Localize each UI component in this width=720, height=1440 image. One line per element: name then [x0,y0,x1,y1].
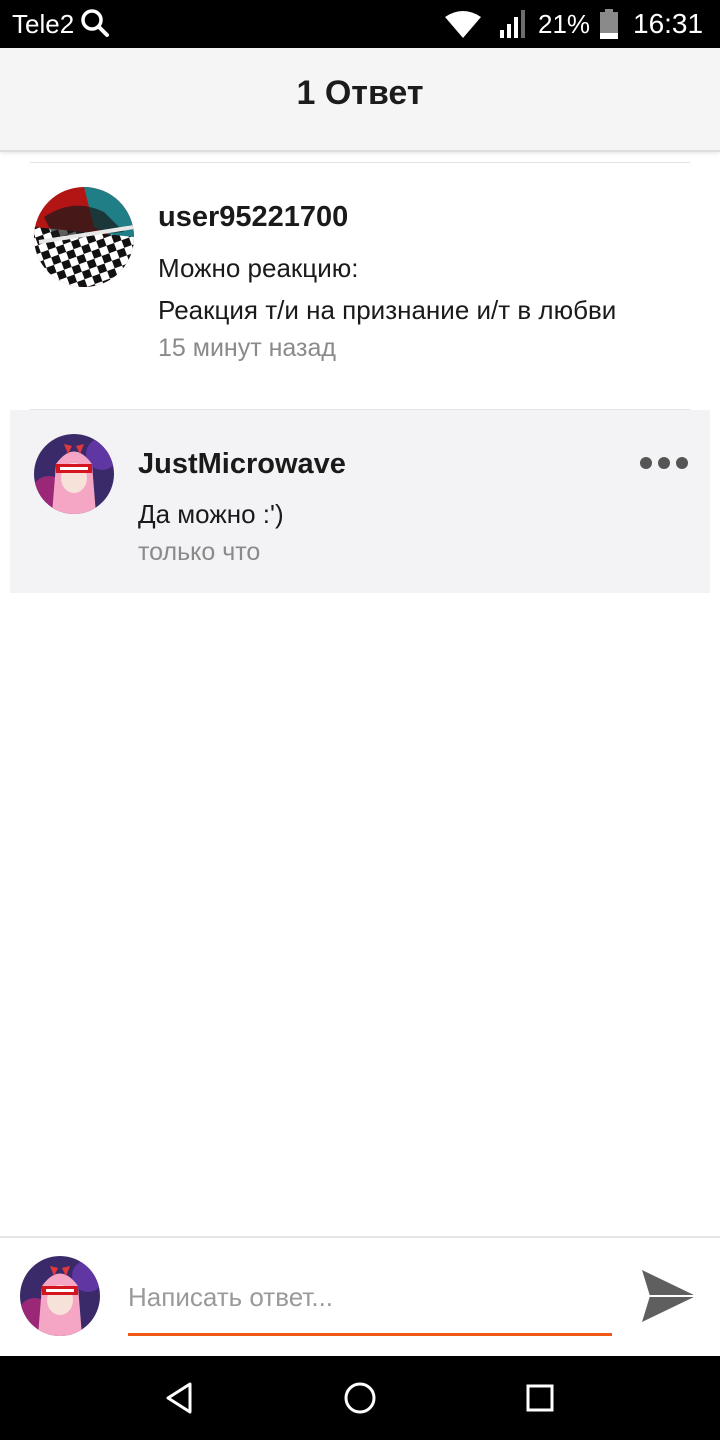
app-header: 1 Ответ [0,48,720,152]
send-icon[interactable] [640,1268,698,1324]
avatar [20,1256,100,1336]
system-nav-bar [0,1356,720,1440]
clock: 16:31 [633,8,704,39]
signal-icon [500,10,525,38]
post-timestamp: 15 минут назад [158,334,336,362]
reply-text: Да можно :') [138,499,284,529]
back-icon[interactable] [160,1378,200,1418]
reply-input[interactable] [128,1272,612,1322]
avatar[interactable] [34,434,114,514]
dot-icon [658,457,670,469]
post-text-line: Можно реакцию: [158,253,359,283]
home-icon[interactable] [340,1378,380,1418]
reply-item [10,410,710,593]
carrier-name: Tele2 [12,9,75,39]
status-bar: Tele2 21% 16:31 [0,0,720,48]
input-underline [128,1333,612,1336]
username[interactable]: JustMicrowave [138,448,346,481]
page-title: 1 Ответ [296,74,424,112]
divider [30,162,690,163]
battery-icon [600,9,618,39]
more-options-button[interactable] [640,452,688,474]
reply-timestamp: только что [138,538,261,566]
avatar-image [34,187,134,287]
avatar-image [20,1256,100,1336]
avatar[interactable] [34,187,134,287]
search-icon [81,9,109,37]
recents-icon[interactable] [520,1378,560,1418]
wifi-icon [445,11,481,38]
username[interactable]: user95221700 [158,201,348,234]
dot-icon [676,457,688,469]
dot-icon [640,457,652,469]
post-text-line: Реакция т/и на признание и/т в любви [158,295,617,325]
battery-percent: 21% [538,9,591,39]
avatar-image [34,434,114,514]
